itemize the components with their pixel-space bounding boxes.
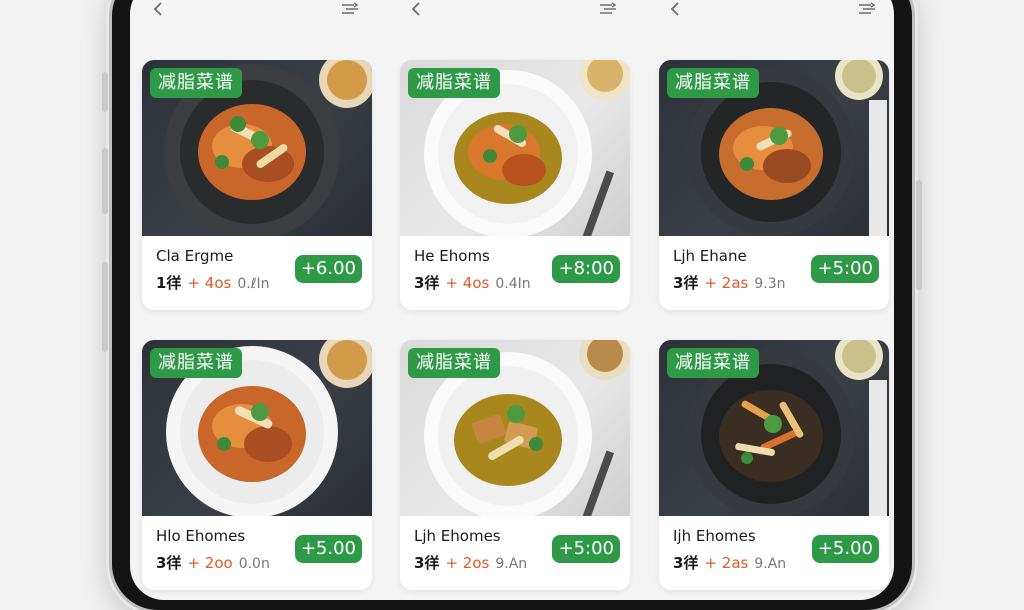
recipe-name: Cla Ergme: [156, 247, 234, 265]
recipe-name: Hlo Ehomes: [156, 527, 246, 545]
price-button[interactable]: +5.00: [294, 535, 362, 563]
plus-sign: +: [187, 554, 201, 572]
diet-tag: 减脂菜谱: [150, 348, 242, 378]
diet-tag: 减脂菜谱: [667, 348, 759, 378]
recipe-time: 2oo: [204, 554, 233, 572]
price-button[interactable]: +6.00: [294, 255, 362, 283]
recipe-time: 2os: [462, 554, 490, 572]
price-button[interactable]: +8:00: [552, 255, 620, 283]
recipe-meta: 3徉 + 4os 0.4In: [414, 272, 531, 293]
recipe-quantity: 3徉: [673, 554, 699, 572]
recipe-card[interactable]: 减脂菜谱 Cla Ergme 1徉 + 4os 0.ℓIn +6.00: [142, 60, 372, 310]
column-header: [142, 0, 372, 38]
price-button[interactable]: +5:00: [552, 535, 620, 563]
price-button[interactable]: +5.00: [811, 535, 879, 563]
recipe-distance: 9.An: [495, 556, 528, 572]
recipe-meta: 3徉 + 2os 9.An: [414, 552, 527, 573]
recipe-card[interactable]: 减脂菜谱 He Ehoms 3徉 + 4os 0.4In +8:00: [400, 60, 630, 310]
sort-menu-icon[interactable]: [598, 0, 618, 18]
recipe-distance: 0.ℓIn: [237, 276, 270, 292]
side-button: [916, 180, 922, 290]
diet-tag: 减脂菜谱: [667, 68, 759, 98]
chevron-left-icon[interactable]: [667, 0, 685, 18]
side-button: [102, 72, 108, 112]
recipe-quantity: 3徉: [414, 274, 440, 292]
recipe-quantity: 3徉: [414, 554, 440, 572]
app-screen: 减脂菜谱 Cla Ergme 1徉 + 4os 0.ℓIn +6.00 减脂菜谱 H…: [130, 0, 894, 600]
recipe-quantity: 1徉: [156, 274, 182, 292]
recipe-name: Ijh Ehomes: [673, 527, 756, 545]
plus-sign: +: [445, 554, 459, 572]
recipe-card[interactable]: 减脂菜谱 Hlo Ehomes 3徉 + 2oo 0.0n +5.00: [142, 340, 372, 590]
sort-menu-icon[interactable]: [857, 0, 877, 18]
recipe-card[interactable]: 减脂菜谱 Ijh Ehomes 3徉 + 2as 9.An +5.00: [659, 340, 889, 590]
chevron-left-icon[interactable]: [408, 0, 426, 18]
column-header: [400, 0, 630, 38]
recipe-meta: 3徉 + 2as 9.3n: [673, 272, 786, 293]
recipe-card[interactable]: 减脂菜谱 Ljh Ehane 3徉 + 2as 9.3n +5:00: [659, 60, 889, 310]
diet-tag: 减脂菜谱: [150, 68, 242, 98]
recipe-time: 4os: [462, 274, 490, 292]
column-header: [659, 0, 889, 38]
price-button[interactable]: +5:00: [811, 255, 879, 283]
plus-sign: +: [704, 274, 718, 292]
recipe-meta: 1徉 + 4os 0.ℓIn: [156, 272, 270, 293]
dish-photo: 减脂菜谱: [142, 60, 372, 236]
recipe-distance: 0.4In: [495, 276, 531, 292]
plus-sign: +: [187, 274, 201, 292]
side-button: [102, 148, 108, 214]
dish-photo: 减脂菜谱: [142, 340, 372, 516]
dish-photo: 减脂菜谱: [400, 340, 630, 516]
diet-tag: 减脂菜谱: [408, 348, 500, 378]
recipe-name: Ljh Ehane: [673, 247, 747, 265]
plus-sign: +: [445, 274, 459, 292]
recipe-name: Ljh Ehomes: [414, 527, 501, 545]
recipe-distance: 9.3n: [754, 276, 786, 292]
sort-menu-icon[interactable]: [340, 0, 360, 18]
recipe-time: 2as: [721, 274, 749, 292]
recipe-meta: 3徉 + 2as 9.An: [673, 552, 786, 573]
recipe-card[interactable]: 减脂菜谱 Ljh Ehomes 3徉 + 2os 9.An +5:00: [400, 340, 630, 590]
recipe-name: He Ehoms: [414, 247, 490, 265]
recipe-time: 2as: [721, 554, 749, 572]
dish-photo: 减脂菜谱: [659, 60, 889, 236]
chevron-left-icon[interactable]: [150, 0, 168, 18]
recipe-distance: 9.An: [754, 556, 787, 572]
dish-photo: 减脂菜谱: [400, 60, 630, 236]
side-button: [102, 262, 108, 352]
recipe-time: 4os: [204, 274, 232, 292]
dish-photo: 减脂菜谱: [659, 340, 889, 516]
recipe-quantity: 3徉: [673, 274, 699, 292]
recipe-quantity: 3徉: [156, 554, 182, 572]
plus-sign: +: [704, 554, 718, 572]
recipe-distance: 0.0n: [238, 556, 270, 572]
recipe-meta: 3徉 + 2oo 0.0n: [156, 552, 270, 573]
diet-tag: 减脂菜谱: [408, 68, 500, 98]
